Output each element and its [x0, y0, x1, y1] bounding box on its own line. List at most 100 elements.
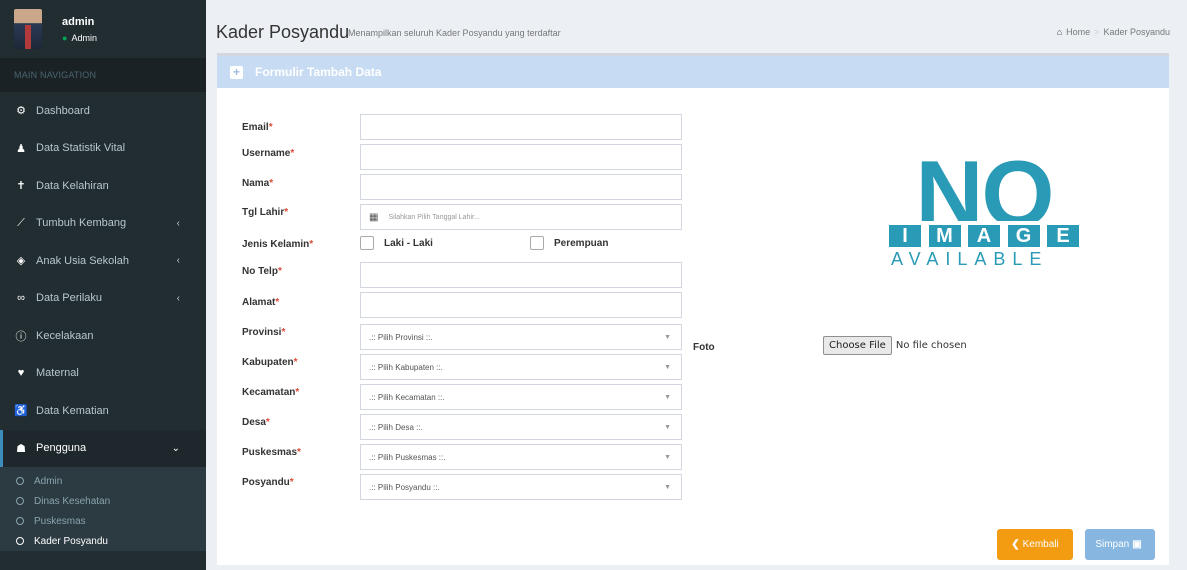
form-box-header: + Formulir Tambah Data	[217, 56, 1169, 88]
user-panel: admin ● Admin	[0, 0, 206, 58]
sidebar-item-pengguna[interactable]: ☗ Pengguna ⌄	[0, 429, 206, 467]
sidebar-item-label: Data Kematian	[36, 404, 109, 417]
provinsi-select[interactable]: .:: Pilih Provinsi ::. ▼	[360, 324, 682, 350]
no-image-letter: G	[1007, 225, 1040, 247]
username-field[interactable]	[360, 144, 682, 170]
desa-value: .:: Pilih Desa ::.	[369, 422, 423, 432]
chevron-left-icon: ‹	[176, 292, 180, 304]
user-name: admin	[62, 15, 95, 28]
sidebar-item-data-perilaku[interactable]: ∞ Data Perilaku ‹	[0, 280, 206, 318]
info-icon: ⓘ	[15, 330, 27, 343]
tgl-lahir-placeholder: Silahkan Pilih Tanggal Lahir...	[388, 213, 480, 221]
calendar-icon: ▦	[369, 211, 379, 223]
no-image-letter: M	[928, 225, 961, 247]
sidebar-item-data-kematian[interactable]: ♿ Data Kematian	[0, 392, 206, 430]
sidebar-item-label: Kecelakaan	[36, 329, 94, 342]
sidebar-item-data-statistik-vital[interactable]: ♟ Data Statistik Vital	[0, 130, 206, 168]
no-image-no-text: NO	[915, 159, 1055, 221]
no-telp-field[interactable]	[360, 262, 682, 288]
file-status: No file chosen	[895, 340, 967, 351]
gender-male-label: Laki - Laki	[384, 237, 433, 249]
nama-field[interactable]	[360, 174, 682, 200]
sidebar-item-label: Dashboard	[36, 104, 90, 117]
dropdown-caret-icon: ▼	[664, 394, 671, 401]
breadcrumb: ⌂ Home > Kader Posyandu	[1057, 27, 1170, 37]
online-status-icon: ●	[62, 32, 68, 43]
choose-file-button[interactable]: Choose File	[823, 336, 892, 355]
sidebar-item-maternal[interactable]: ♥ Maternal	[0, 355, 206, 393]
kecamatan-select[interactable]: .:: Pilih Kecamatan ::. ▼	[360, 384, 682, 410]
no-image-placeholder: NO IMAGE AVAILABLE	[889, 159, 1079, 270]
home-icon: ⌂	[1056, 27, 1063, 37]
sidebar-item-tumbuh-kembang[interactable]: ⟋ Tumbuh Kembang ‹	[0, 205, 206, 243]
save-button[interactable]: Simpan ▣	[1085, 529, 1155, 560]
submenu-item-label: Puskesmas	[34, 515, 86, 527]
no-image-letter: E	[1047, 225, 1079, 247]
avatar	[14, 9, 42, 49]
email-field[interactable]	[360, 114, 682, 140]
breadcrumb-current: Kader Posyandu	[1103, 27, 1170, 37]
sidebar-item-data-kelahiran[interactable]: ✝ Data Kelahiran	[0, 167, 206, 205]
foto-label: Foto	[693, 342, 715, 353]
posyandu-select[interactable]: .:: Pilih Posyandu ::. ▼	[360, 474, 682, 500]
desa-select[interactable]: .:: Pilih Desa ::. ▼	[360, 414, 682, 440]
submenu-item-dinas-kesehatan[interactable]: Dinas Kesehatan	[0, 491, 206, 511]
sidebar-item-dashboard[interactable]: ⚙ Dashboard	[0, 92, 206, 130]
kecamatan-value: .:: Pilih Kecamatan ::.	[369, 392, 445, 402]
page-subtitle: Menampilkan seluruh Kader Posyandu yang …	[348, 28, 561, 38]
content-header: Kader Posyandu Menampilkan seluruh Kader…	[206, 0, 1187, 58]
tgl-lahir-field[interactable]: ▦ Silahkan Pilih Tanggal Lahir...	[360, 204, 682, 230]
submenu-item-label: Dinas Kesehatan	[34, 495, 111, 507]
sidebar-item-anak-usia-sekolah[interactable]: ◈ Anak Usia Sekolah ‹	[0, 242, 206, 280]
no-image-letter: A	[968, 225, 1000, 247]
submenu-item-kader-posyandu[interactable]: Kader Posyandu	[0, 531, 206, 551]
kabupaten-value: .:: Pilih Kabupaten ::.	[369, 362, 443, 372]
nama-label: Nama*	[242, 178, 274, 189]
sidebar-item-label: Data Statistik Vital	[36, 142, 126, 155]
form-box: + Formulir Tambah Data Email* Username* …	[217, 53, 1169, 565]
chevron-down-icon: ⌄	[171, 442, 180, 454]
submenu-item-label: Admin	[34, 475, 63, 487]
gender-female-label: Perempuan	[554, 237, 609, 249]
posyandu-label: Posyandu*	[242, 477, 294, 488]
dropdown-caret-icon: ▼	[664, 424, 671, 431]
desa-label: Desa*	[242, 417, 270, 428]
circle-icon	[16, 497, 24, 505]
nav-header: MAIN NAVIGATION	[0, 58, 206, 92]
gender-female-checkbox[interactable]	[530, 236, 544, 250]
no-telp-label: No Telp*	[242, 266, 282, 277]
puskesmas-label: Puskesmas*	[242, 447, 301, 458]
kabupaten-select[interactable]: .:: Pilih Kabupaten ::. ▼	[360, 354, 682, 380]
provinsi-label: Provinsi*	[242, 327, 286, 338]
submenu-item-admin[interactable]: Admin	[0, 471, 206, 491]
breadcrumb-separator: >	[1094, 27, 1100, 37]
breadcrumb-home[interactable]: Home	[1066, 27, 1090, 37]
username-label: Username*	[242, 148, 295, 159]
back-button[interactable]: ❮ Kembali	[997, 529, 1073, 560]
submenu-item-puskesmas[interactable]: Puskesmas	[0, 511, 206, 531]
sidebar-item-label: Pengguna	[36, 442, 87, 455]
chevron-left-icon: ❮	[1011, 539, 1020, 550]
tgl-lahir-label: Tgl Lahir*	[242, 207, 289, 218]
pengguna-submenu: Admin Dinas Kesehatan Puskesmas Kader Posya…	[0, 467, 206, 551]
puskesmas-select[interactable]: .:: Pilih Puskesmas ::. ▼	[360, 444, 682, 470]
user-icon: ♟	[16, 142, 26, 155]
posyandu-value: .:: Pilih Posyandu ::.	[369, 482, 440, 492]
no-image-available-text: AVAILABLE	[891, 249, 1049, 269]
jenis-kelamin-label: Jenis Kelamin*	[242, 239, 314, 250]
sidebar-item-label: Data Perilaku	[36, 292, 103, 305]
wheelchair-icon: ♿	[14, 405, 28, 418]
alamat-field[interactable]	[360, 292, 682, 318]
gender-male-checkbox[interactable]	[360, 236, 374, 250]
back-button-label: Kembali	[1022, 539, 1059, 550]
alamat-label: Alamat*	[242, 297, 280, 308]
kabupaten-label: Kabupaten*	[242, 357, 298, 368]
puskesmas-value: .:: Pilih Puskesmas ::.	[369, 452, 446, 462]
chevron-left-icon: ‹	[176, 217, 180, 229]
dropdown-caret-icon: ▼	[664, 334, 671, 341]
heartbeat-icon: ♥	[17, 367, 25, 380]
sidebar-item-kecelakaan[interactable]: ⓘ Kecelakaan	[0, 317, 206, 355]
circle-icon	[16, 537, 24, 545]
sidebar: admin ● Admin MAIN NAVIGATION ⚙ Dashboard…	[0, 0, 206, 570]
save-button-label: Simpan	[1095, 539, 1130, 550]
